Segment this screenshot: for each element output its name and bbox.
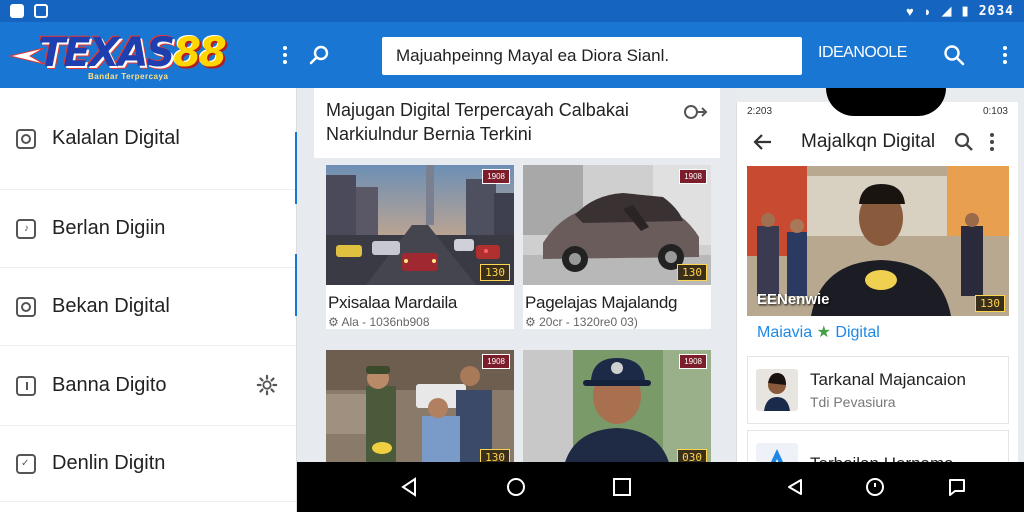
gear-icon: ⚙ — [328, 315, 339, 329]
news-card[interactable]: 1908 030 — [523, 350, 711, 462]
check-box-icon: ✓ — [16, 453, 36, 474]
overflow-menu-icon-right[interactable] — [990, 22, 1020, 88]
search-icon[interactable] — [300, 22, 340, 88]
phone-preview: 2:203 0:103 Majalkqn Digital EENenwie 13… — [736, 102, 1018, 462]
card-badge: 1908 — [482, 169, 510, 184]
app-bar: TEXAS88 Bandar Terpercaya IDEANOOLE — [0, 22, 1024, 88]
wifi-icon: ◗ — [923, 3, 932, 19]
phone-list-item[interactable]: Tarkanal Majancaion Tdi Pevasiura — [747, 356, 1009, 424]
gear-icon[interactable] — [256, 374, 278, 396]
car-photo: 1908 130 — [523, 165, 711, 285]
feed-subtitle: Narkiulndur Bernia Terkini — [326, 124, 532, 144]
search-icon[interactable] — [950, 128, 978, 156]
notification-icon — [10, 4, 24, 18]
news-feed: Majugan Digital Terpercayah Calbakai Nar… — [297, 88, 737, 462]
news-card[interactable]: 1908 130 — [326, 350, 514, 462]
feature-photo: EENenwie 130 — [747, 166, 1009, 316]
share-icon[interactable] — [682, 102, 708, 122]
chart-icon — [16, 375, 36, 396]
search-field[interactable] — [382, 37, 802, 75]
drawer-item-label: Bekan Digital — [52, 295, 170, 317]
feed-header: Majugan Digital Terpercayah Calbakai Nar… — [314, 88, 720, 158]
feature-count-badge: 130 — [975, 295, 1005, 312]
overflow-menu-icon[interactable] — [270, 22, 300, 88]
phone-list-item[interactable]: Terbojlan Hernama — [747, 430, 1009, 462]
system-navigation-bar — [297, 462, 1024, 512]
status-bar: ♥ ◗ ◢ ▮ 2034 — [0, 0, 1024, 22]
phone-status-right: 0:103 — [982, 106, 1008, 117]
drawer-item-label: Banna Digito — [52, 374, 167, 396]
recents-icon[interactable] — [611, 476, 633, 498]
back-icon-2[interactable] — [784, 476, 806, 498]
drawer-item-bekan[interactable]: Bekan Digital — [0, 268, 296, 346]
card-count-badge: 030 — [677, 449, 707, 462]
list-item-title: Terbojlan Hernama — [810, 454, 954, 462]
home-icon[interactable] — [505, 476, 527, 498]
star-icon: ★ — [816, 324, 831, 341]
list-item-subtitle: Tdi Pevasiura — [810, 394, 896, 410]
gear-icon: ⚙ — [525, 315, 536, 329]
card-title: Pagelajas Majalandg — [525, 293, 678, 312]
feature-caption-a: Maiavia — [757, 324, 813, 341]
card-badge: 1908 — [679, 169, 707, 184]
screen: ♥ ◗ ◢ ▮ 2034 TEXAS88 Bandar Terpercaya I… — [0, 0, 1024, 512]
heart-icon: ♥ — [905, 3, 914, 19]
battery-icon: ▮ — [961, 3, 969, 18]
overflow-menu-icon[interactable] — [978, 128, 1006, 156]
appbar-label[interactable]: IDEANOOLE — [818, 44, 907, 62]
drawer-item-denlin[interactable]: ✓ Denlin Digitn — [0, 426, 296, 502]
card-meta: 20cr - 1320re0 03) — [539, 315, 638, 329]
drawer-item-label: Denlin Digitn — [52, 452, 166, 474]
card-count-badge: 130 — [480, 449, 510, 462]
app-logo-icon — [756, 443, 798, 462]
back-arrow-icon[interactable] — [749, 128, 777, 156]
phone-status-time: 2:203 — [747, 106, 773, 117]
app-notification-icon — [34, 4, 48, 18]
search-icon-right[interactable] — [934, 22, 974, 88]
logo-text: TEXAS — [38, 30, 175, 76]
music-icon: ♪ — [16, 218, 36, 239]
chat-icon[interactable] — [946, 476, 968, 498]
card-count-badge: 130 — [480, 264, 510, 281]
people-photo: 1908 130 — [326, 350, 514, 462]
logo-number: 88 — [173, 30, 227, 76]
card-badge: 1908 — [482, 354, 510, 369]
search-input[interactable] — [396, 46, 802, 66]
status-time: 2034 — [978, 3, 1014, 19]
home-icon-2[interactable] — [864, 476, 886, 498]
drawer-item-kalalan[interactable]: Kalalan Digital — [0, 88, 296, 190]
card-title: Pxisalaa Mardaila — [328, 293, 458, 312]
drawer-item-label: Berlan Digiin — [52, 217, 166, 239]
camera-notch — [826, 88, 946, 116]
phone-app-bar: Majalkqn Digital — [737, 122, 1018, 162]
logo-subtext: Bandar Terpercaya — [88, 72, 169, 81]
card-badge: 1908 — [679, 354, 707, 369]
news-card[interactable]: 1908 130 Pagelajas Majalandg ⚙ 20cr - 13… — [523, 165, 711, 329]
feed-title: Majugan Digital Terpercayah Calbakai — [326, 100, 629, 120]
instagram-icon — [16, 128, 36, 149]
news-card[interactable]: 1908 130 Pxisalaa Mardaila ⚙ Ala - 1036n… — [326, 165, 514, 329]
traffic-photo: 1908 130 — [326, 165, 514, 285]
feature-caption-b: Digital — [835, 324, 880, 341]
man-portrait-photo: 1908 030 — [523, 350, 711, 462]
avatar — [756, 369, 798, 411]
list-item-title: Tarkanal Majancaion — [810, 370, 966, 389]
card-count-badge: 130 — [677, 264, 707, 281]
feature-overlay-text: EENenwie — [757, 291, 830, 308]
phone-featured-card[interactable]: EENenwie 130 Maiavia ★ Digital — [747, 166, 1009, 351]
phone-title: Majalkqn Digital — [801, 131, 936, 152]
drawer-item-banna[interactable]: Banna Digito — [0, 346, 296, 426]
instagram-icon — [16, 296, 36, 317]
signal-icon: ◢ — [941, 3, 952, 18]
drawer-item-label: Kalalan Digital — [52, 127, 180, 149]
card-meta: Ala - 1036nb908 — [341, 315, 430, 329]
back-icon[interactable] — [399, 476, 421, 498]
drawer-item-berlan[interactable]: ♪ Berlan Digiin — [0, 190, 296, 268]
texas88-logo[interactable]: TEXAS88 Bandar Terpercaya — [0, 22, 270, 88]
navigation-drawer: Kalalan Digital ♪ Berlan Digiin Bekan Di… — [0, 88, 298, 512]
